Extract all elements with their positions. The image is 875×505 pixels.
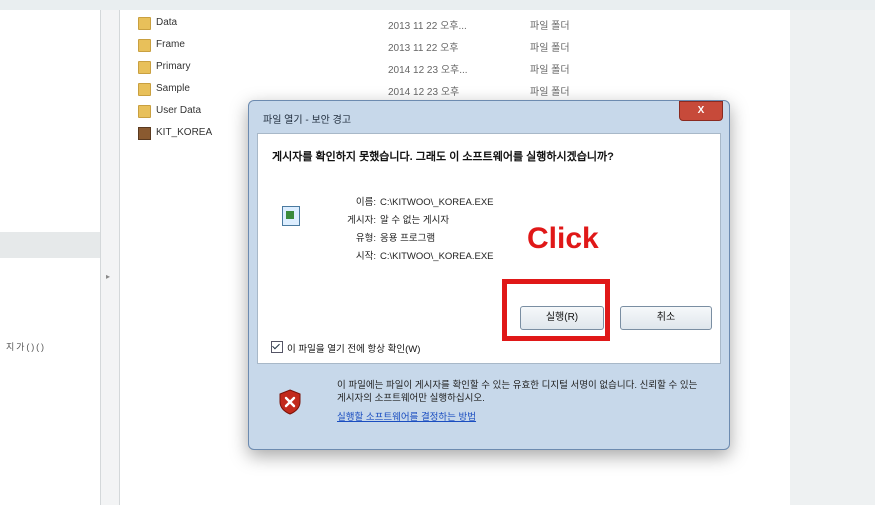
info-row-from: 시작: C:\KITWOO\_KOREA.EXE (330, 248, 494, 262)
click-annotation-label: Click (527, 222, 599, 255)
folder-icon (138, 83, 151, 96)
warning-text: 이 파일에는 파일이 게시자를 확인할 수 있는 유효한 디지털 서명이 없습니… (337, 380, 698, 404)
info-label: 시작: (355, 251, 376, 262)
navigation-scrollbar[interactable]: ▸ (100, 10, 120, 505)
warning-area: 이 파일에는 파일이 게시자를 확인할 수 있는 유효한 디지털 서명이 없습니… (257, 369, 719, 439)
info-label: 게시자: (347, 215, 376, 226)
dialog-titlebar[interactable]: 파일 열기 - 보안 경고 X (249, 101, 729, 131)
navigation-pane: 지 가 ( ) ( ) (0, 10, 100, 505)
file-type: 파일 폴더 (530, 21, 570, 32)
file-row[interactable]: Frame 2013 11 22 오후 파일 폴더 (138, 36, 698, 56)
details-pane (790, 10, 875, 505)
file-date: 2013 11 22 오후 (388, 43, 459, 54)
info-value: 응용 프로그램 (380, 233, 436, 244)
navigation-divider (0, 232, 100, 258)
dialog-title: 파일 열기 - 보안 경고 (263, 115, 352, 126)
scroll-arrow-icon[interactable]: ▸ (106, 272, 110, 281)
file-date: 2013 11 22 오후... (388, 21, 467, 32)
security-shield-icon (279, 389, 301, 415)
file-row[interactable]: Sample 2014 12 23 오후 파일 폴더 (138, 80, 698, 100)
help-link[interactable]: 실행할 소프트웨어를 결정하는 방법 (337, 409, 476, 423)
dialog-body: 게시자를 확인하지 못했습니다. 그래도 이 소프트웨어를 실행하시겠습니까? … (257, 133, 721, 364)
info-value: C:\KITWOO\_KOREA.EXE (380, 251, 494, 262)
navigation-item[interactable]: 지 가 ( ) ( ) (6, 340, 44, 353)
file-date: 2014 12 23 오후... (388, 65, 468, 76)
file-name: Sample (156, 83, 190, 94)
executable-file-icon (282, 206, 300, 226)
security-warning-dialog: 파일 열기 - 보안 경고 X 게시자를 확인하지 못했습니다. 그래도 이 소… (248, 100, 730, 450)
file-date: 2014 12 23 오후 (388, 87, 460, 98)
folder-icon (138, 61, 151, 74)
file-name: Data (156, 17, 178, 28)
file-name: Frame (156, 39, 185, 50)
cancel-button[interactable]: 취소 (620, 306, 712, 330)
always-ask-checkbox[interactable] (271, 341, 283, 353)
info-row-name: 이름: C:\KITWOO\_KOREA.EXE (330, 194, 494, 208)
file-name: Primary (156, 61, 191, 72)
file-type: 파일 폴더 (530, 87, 570, 98)
file-type: 파일 폴더 (530, 65, 570, 76)
click-highlight-box (502, 279, 610, 341)
file-name: User Data (156, 105, 202, 116)
file-type: 파일 폴더 (530, 43, 570, 54)
dialog-headline: 게시자를 확인하지 못했습니다. 그래도 이 소프트웨어를 실행하시겠습니까? (272, 151, 614, 163)
file-name: KIT_KOREA (156, 127, 213, 138)
info-label: 이름: (355, 197, 376, 208)
info-row-publisher: 게시자: 알 수 없는 게시자 (330, 212, 449, 226)
folder-icon (138, 39, 151, 52)
file-row[interactable]: Primary 2014 12 23 오후... 파일 폴더 (138, 58, 698, 78)
checkbox-label: 이 파일을 열기 전에 항상 확인(W) (287, 344, 421, 355)
file-row[interactable]: Data 2013 11 22 오후... 파일 폴더 (138, 14, 698, 34)
info-row-type: 유형: 응용 프로그램 (330, 230, 435, 244)
info-value: 알 수 없는 게시자 (380, 215, 450, 226)
close-button[interactable]: X (679, 101, 723, 121)
folder-icon (138, 105, 151, 118)
info-label: 유형: (355, 233, 376, 244)
info-value: C:\KITWOO\_KOREA.EXE (380, 197, 494, 208)
folder-icon (138, 17, 151, 30)
app-icon (138, 127, 151, 140)
always-ask-checkbox-row[interactable]: 이 파일을 열기 전에 항상 확인(W) (271, 341, 420, 355)
